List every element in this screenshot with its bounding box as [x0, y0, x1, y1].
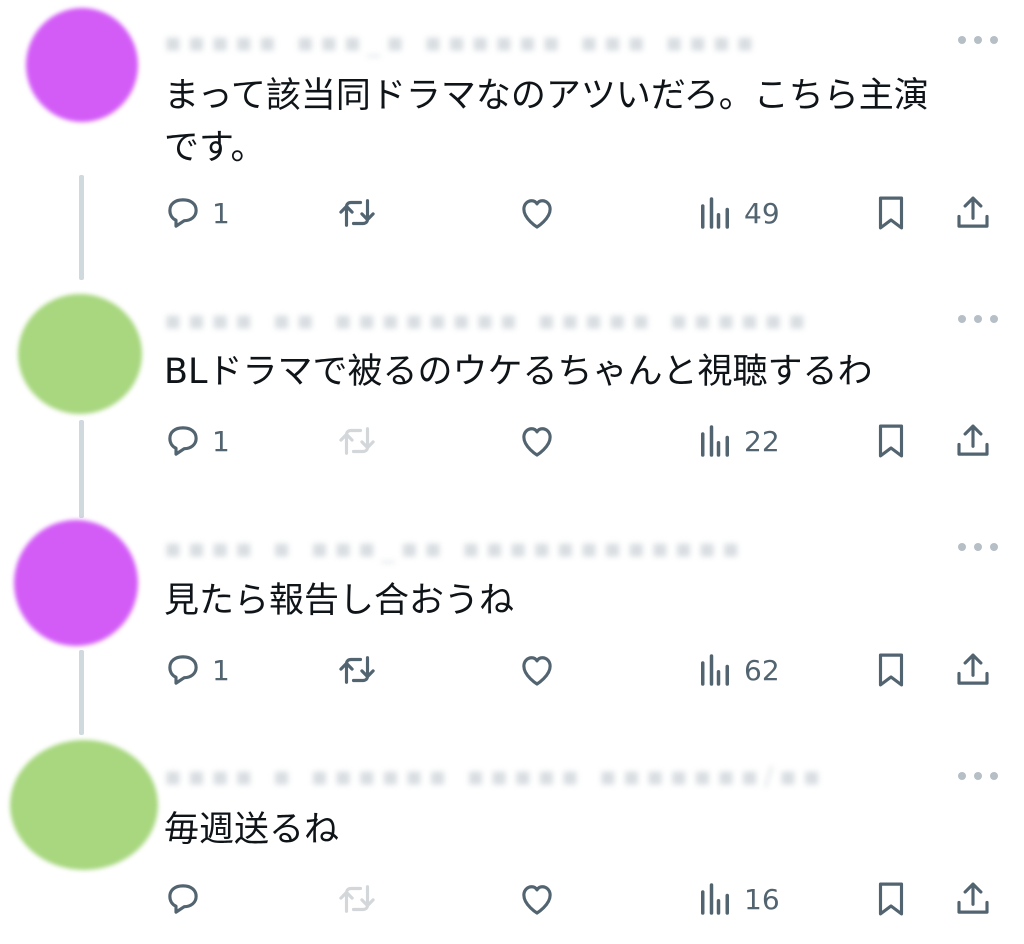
share-icon	[957, 653, 989, 685]
avatar[interactable]	[14, 520, 138, 646]
like-icon	[522, 656, 552, 686]
views-icon	[701, 654, 729, 686]
reply-count: 1	[212, 196, 230, 230]
more-icon[interactable]	[958, 772, 998, 782]
avatar[interactable]	[10, 740, 158, 870]
like-button[interactable]	[516, 416, 558, 466]
post[interactable]: ▪▪▪▪ ▪▪ ▪▪▪▪▪▪▪▪ ▪▪▪▪▪ ▪▪▪▪▪▪ BLドラマで被るのウ…	[0, 290, 1024, 490]
views-count: 62	[744, 653, 780, 687]
action-bar: 1 49	[0, 188, 1024, 238]
more-icon[interactable]	[958, 36, 998, 46]
action-bar: 1 22	[0, 416, 1024, 466]
retweet-icon	[339, 427, 375, 455]
like-icon	[522, 427, 552, 457]
share-button[interactable]	[952, 188, 994, 238]
views-button[interactable]: 49	[694, 188, 780, 238]
post-text-line: 見たら報告し合おうね	[164, 581, 515, 621]
post-text-line: です。	[164, 128, 266, 168]
like-button[interactable]	[516, 645, 558, 695]
reply-count: 1	[212, 424, 230, 458]
reply-count: 1	[212, 653, 230, 687]
retweet-button[interactable]	[336, 188, 378, 238]
share-button[interactable]	[952, 416, 994, 466]
reply-icon	[168, 884, 198, 914]
bookmark-button[interactable]	[870, 416, 912, 466]
views-count: 22	[744, 424, 780, 458]
share-icon	[957, 196, 989, 228]
reply-icon	[168, 655, 198, 685]
bookmark-icon	[878, 424, 904, 458]
reply-icon	[168, 426, 198, 456]
views-count: 16	[744, 882, 780, 916]
views-icon	[701, 883, 729, 915]
post-text-line: BLドラマで被るのウケるちゃんと視聴するわ	[164, 352, 873, 392]
reply-button[interactable]	[162, 874, 212, 924]
reply-icon	[168, 198, 198, 228]
avatar[interactable]	[26, 8, 138, 122]
views-button[interactable]: 16	[694, 874, 780, 924]
author-header-blurred: ▪▪▪▪▪ ▪▪▪_▪ ▪▪▪▪▪▪ ▪▪▪ ▪▪▪▪	[164, 28, 760, 58]
retweet-button	[336, 874, 378, 924]
post[interactable]: ▪▪▪▪▪ ▪▪▪_▪ ▪▪▪▪▪▪ ▪▪▪ ▪▪▪▪ まって該当同ドラマなのア…	[0, 0, 1024, 260]
bookmark-icon	[878, 882, 904, 916]
post[interactable]: ▪▪▪▪ ▪ ▪▪▪▪▪▪ ▪▪▪▪▪ ▪▪▪▪▪▪▪/▪▪ 毎週送るね 16	[0, 740, 1024, 944]
avatar[interactable]	[18, 294, 142, 414]
post[interactable]: ▪▪▪▪ ▪ ▪▪▪_▪▪ ▪▪▪▪▪▪▪▪▪▪▪▪ 見たら報告し合おうね 1 …	[0, 518, 1024, 708]
share-icon	[957, 882, 989, 914]
share-button[interactable]	[952, 645, 994, 695]
more-icon[interactable]	[958, 315, 998, 325]
retweet-button	[336, 416, 378, 466]
reply-button[interactable]: 1	[162, 188, 230, 238]
views-icon	[701, 197, 729, 229]
like-button[interactable]	[516, 874, 558, 924]
retweet-icon	[339, 199, 375, 227]
bookmark-button[interactable]	[870, 874, 912, 924]
retweet-button[interactable]	[336, 645, 378, 695]
share-icon	[957, 424, 989, 456]
post-text-line: 毎週送るね	[164, 810, 340, 850]
post-text-line: まって該当同ドラマなのアツいだろ。こちら主演	[164, 76, 929, 116]
like-icon	[522, 199, 552, 229]
bookmark-icon	[878, 196, 904, 230]
views-button[interactable]: 62	[694, 645, 780, 695]
share-button[interactable]	[952, 874, 994, 924]
bookmark-button[interactable]	[870, 188, 912, 238]
more-icon[interactable]	[958, 543, 998, 553]
like-button[interactable]	[516, 188, 558, 238]
views-button[interactable]: 22	[694, 416, 780, 466]
bookmark-button[interactable]	[870, 645, 912, 695]
action-bar: 16	[0, 874, 1024, 924]
reply-button[interactable]: 1	[162, 645, 230, 695]
action-bar: 1 62	[0, 645, 1024, 695]
retweet-icon	[339, 656, 375, 684]
like-icon	[522, 885, 552, 915]
author-header-blurred: ▪▪▪▪ ▪▪ ▪▪▪▪▪▪▪▪ ▪▪▪▪▪ ▪▪▪▪▪▪	[164, 306, 812, 336]
reply-button[interactable]: 1	[162, 416, 230, 466]
retweet-icon	[339, 885, 375, 913]
author-header-blurred: ▪▪▪▪ ▪ ▪▪▪▪▪▪ ▪▪▪▪▪ ▪▪▪▪▪▪▪/▪▪	[164, 762, 827, 792]
bookmark-icon	[878, 653, 904, 687]
author-header-blurred: ▪▪▪▪ ▪ ▪▪▪_▪▪ ▪▪▪▪▪▪▪▪▪▪▪▪	[164, 534, 746, 564]
views-count: 49	[744, 196, 780, 230]
views-icon	[701, 425, 729, 457]
